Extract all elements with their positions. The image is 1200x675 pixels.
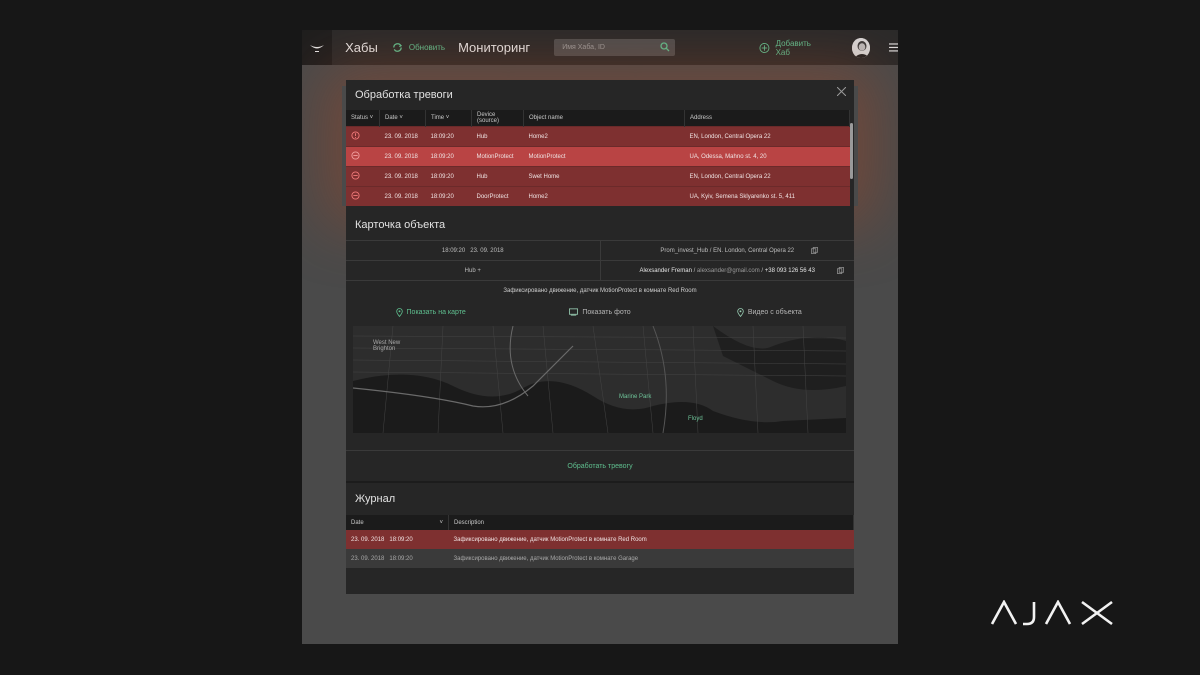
monitoring-app: Хабы Обновить Мониторинг Имя Хаба, ID До… <box>302 30 898 644</box>
alarm-block-icon <box>351 191 360 200</box>
alarm-row[interactable]: 23. 09. 2018 18:09:20 DoorProtect Home2 … <box>346 186 850 206</box>
search-box[interactable]: Имя Хаба, ID <box>554 39 675 56</box>
col-journal-description[interactable]: Description <box>448 515 854 530</box>
journal-description: Зафиксировано движение, датчик MotionPro… <box>448 549 854 568</box>
alarm-object: Swet Home <box>523 166 685 187</box>
nav-monitoring[interactable]: Мониторинг <box>458 40 530 55</box>
plus-circle-icon <box>759 42 770 53</box>
col-journal-date[interactable]: Date ˅ <box>346 515 449 530</box>
show-map-button[interactable]: Показать на карте <box>346 299 515 325</box>
journal-title: Журнал <box>355 493 396 505</box>
search-icon[interactable] <box>660 42 670 52</box>
journal-section: Журнал Date ˅ Description 23. 09. 2018 18… <box>346 481 854 594</box>
refresh-label: Обновить <box>408 43 446 52</box>
alarm-date: 23. 09. 2018 <box>379 166 426 187</box>
alarm-time: 18:09:20 <box>425 186 472 206</box>
top-bar: Хабы Обновить Мониторинг Имя Хаба, ID До… <box>302 30 898 65</box>
alarm-date: 23. 09. 2018 <box>379 126 426 147</box>
refresh-button[interactable]: Обновить <box>392 42 445 53</box>
alarm-time: 18:09:20 <box>425 126 472 147</box>
alarm-address: EN, London, Central Opera 22 <box>684 126 850 147</box>
journal-table: Date ˅ Description 23. 09. 2018 18:09:20 … <box>346 515 854 568</box>
alarm-device: Hub <box>471 166 524 187</box>
ajax-logo[interactable] <box>302 30 333 65</box>
event-description: Зафиксировано движение, датчик MotionPro… <box>346 280 854 300</box>
map-label-west-new-brighton: West New Brighton <box>373 340 401 352</box>
ajax-wing-icon <box>310 44 325 52</box>
journal-date: 23. 09. 2018 18:09:20 <box>346 549 449 568</box>
col-object[interactable]: Object name <box>523 110 685 127</box>
journal-row[interactable]: 23. 09. 2018 18:09:20 Зафиксировано движ… <box>346 549 854 568</box>
photo-icon <box>569 308 579 316</box>
journal-row[interactable]: 23. 09. 2018 18:09:20 Зафиксировано движ… <box>346 530 854 549</box>
close-icon[interactable] <box>837 87 846 96</box>
alarm-object: Home2 <box>523 126 685 147</box>
hub-type: Hub + <box>464 267 481 274</box>
alarm-block-icon <box>351 151 360 160</box>
journal-date: 23. 09. 2018 18:09:20 <box>346 530 449 549</box>
add-hub-button[interactable]: Добавить Хаб <box>759 39 823 57</box>
alarm-date: 23. 09. 2018 <box>379 186 426 206</box>
object-info: 18:09:20 23. 09. 2018 Prom_invest_Hub / … <box>346 240 854 300</box>
col-address[interactable]: Address <box>684 110 850 127</box>
map-label-floyd: Floyd <box>688 416 703 422</box>
alarm-row[interactable]: 23. 09. 2018 18:09:20 Hub Home2 EN, Lond… <box>346 126 850 147</box>
alarm-time: 18:09:20 <box>425 166 472 187</box>
object-actions: Показать на карте Показать фото Видео с … <box>346 299 854 325</box>
owner-contact: Alexsander Freman / alexsander@gmail.com… <box>599 261 855 280</box>
alarm-date: 23. 09. 2018 <box>379 146 426 167</box>
map-pin-icon <box>395 307 403 317</box>
video-pin-icon <box>737 307 744 317</box>
alarm-block-icon <box>351 171 360 180</box>
alarm-object: MotionProtect <box>523 146 685 167</box>
alarm-scrollbar[interactable] <box>850 123 853 179</box>
col-device[interactable]: Device (source) <box>471 110 524 127</box>
object-card-title: Карточка объекта <box>355 219 446 231</box>
alarm-time: 18:09:20 <box>425 146 472 167</box>
alarm-device: Hub <box>471 126 524 147</box>
col-status[interactable]: Status ˅ <box>346 110 380 127</box>
nav-hubs[interactable]: Хабы <box>345 40 378 55</box>
copy-icon[interactable] <box>837 267 844 274</box>
alarm-table: Status ˅ Date ˅ Time ˅ Device (source) O… <box>346 110 850 206</box>
refresh-icon <box>393 43 402 52</box>
alarm-device: DoorProtect <box>471 186 524 206</box>
copy-icon[interactable] <box>811 247 818 254</box>
journal-description: Зафиксировано движение, датчик MotionPro… <box>448 530 854 549</box>
video-button[interactable]: Видео с объекта <box>685 299 854 325</box>
alarm-object: Home2 <box>523 186 685 206</box>
alarm-panel-title: Обработка тревоги <box>355 89 453 101</box>
alarm-row[interactable]: 23. 09. 2018 18:09:20 Hub Swet Home EN, … <box>346 166 850 187</box>
alarm-address: EN, London, Central Opera 22 <box>684 166 850 187</box>
user-photo-icon <box>851 37 870 58</box>
show-photo-button[interactable]: Показать фото <box>515 299 684 325</box>
add-hub-label: Добавить Хаб <box>775 38 811 57</box>
process-alarm-button[interactable]: Обработать тревогу <box>346 450 854 481</box>
event-datetime: 18:09:20 23. 09. 2018 <box>441 247 504 254</box>
alarm-row-selected[interactable]: 23. 09. 2018 18:09:20 MotionProtect Moti… <box>346 146 850 167</box>
map-label-marine-park: Marine Park <box>619 394 652 400</box>
alarm-address: UA, Kyiv, Semena Sklyarenko st. 5, 411 <box>684 186 850 206</box>
map-view[interactable]: West New Brighton Marine Park Floyd <box>353 326 846 433</box>
avatar[interactable] <box>851 37 870 58</box>
menu-icon[interactable] <box>888 43 898 52</box>
ajax-wordmark-icon <box>990 599 1113 626</box>
col-date[interactable]: Date ˅ <box>379 110 426 127</box>
col-time[interactable]: Time ˅ <box>425 110 472 127</box>
alarm-alert-icon <box>351 131 360 140</box>
search-input[interactable]: Имя Хаба, ID <box>562 44 605 51</box>
alarm-device: MotionProtect <box>471 146 524 167</box>
alarm-address: UA, Odessa, Mahno st. 4, 20 <box>684 146 850 167</box>
hub-address: Prom_invest_Hub / EN. London, Central Op… <box>599 241 855 260</box>
alarm-modal: Обработка тревоги Status ˅ Date ˅ Time ˅… <box>346 80 854 594</box>
city-map-graphic <box>353 326 846 433</box>
ajax-brand-logo <box>990 599 1116 631</box>
